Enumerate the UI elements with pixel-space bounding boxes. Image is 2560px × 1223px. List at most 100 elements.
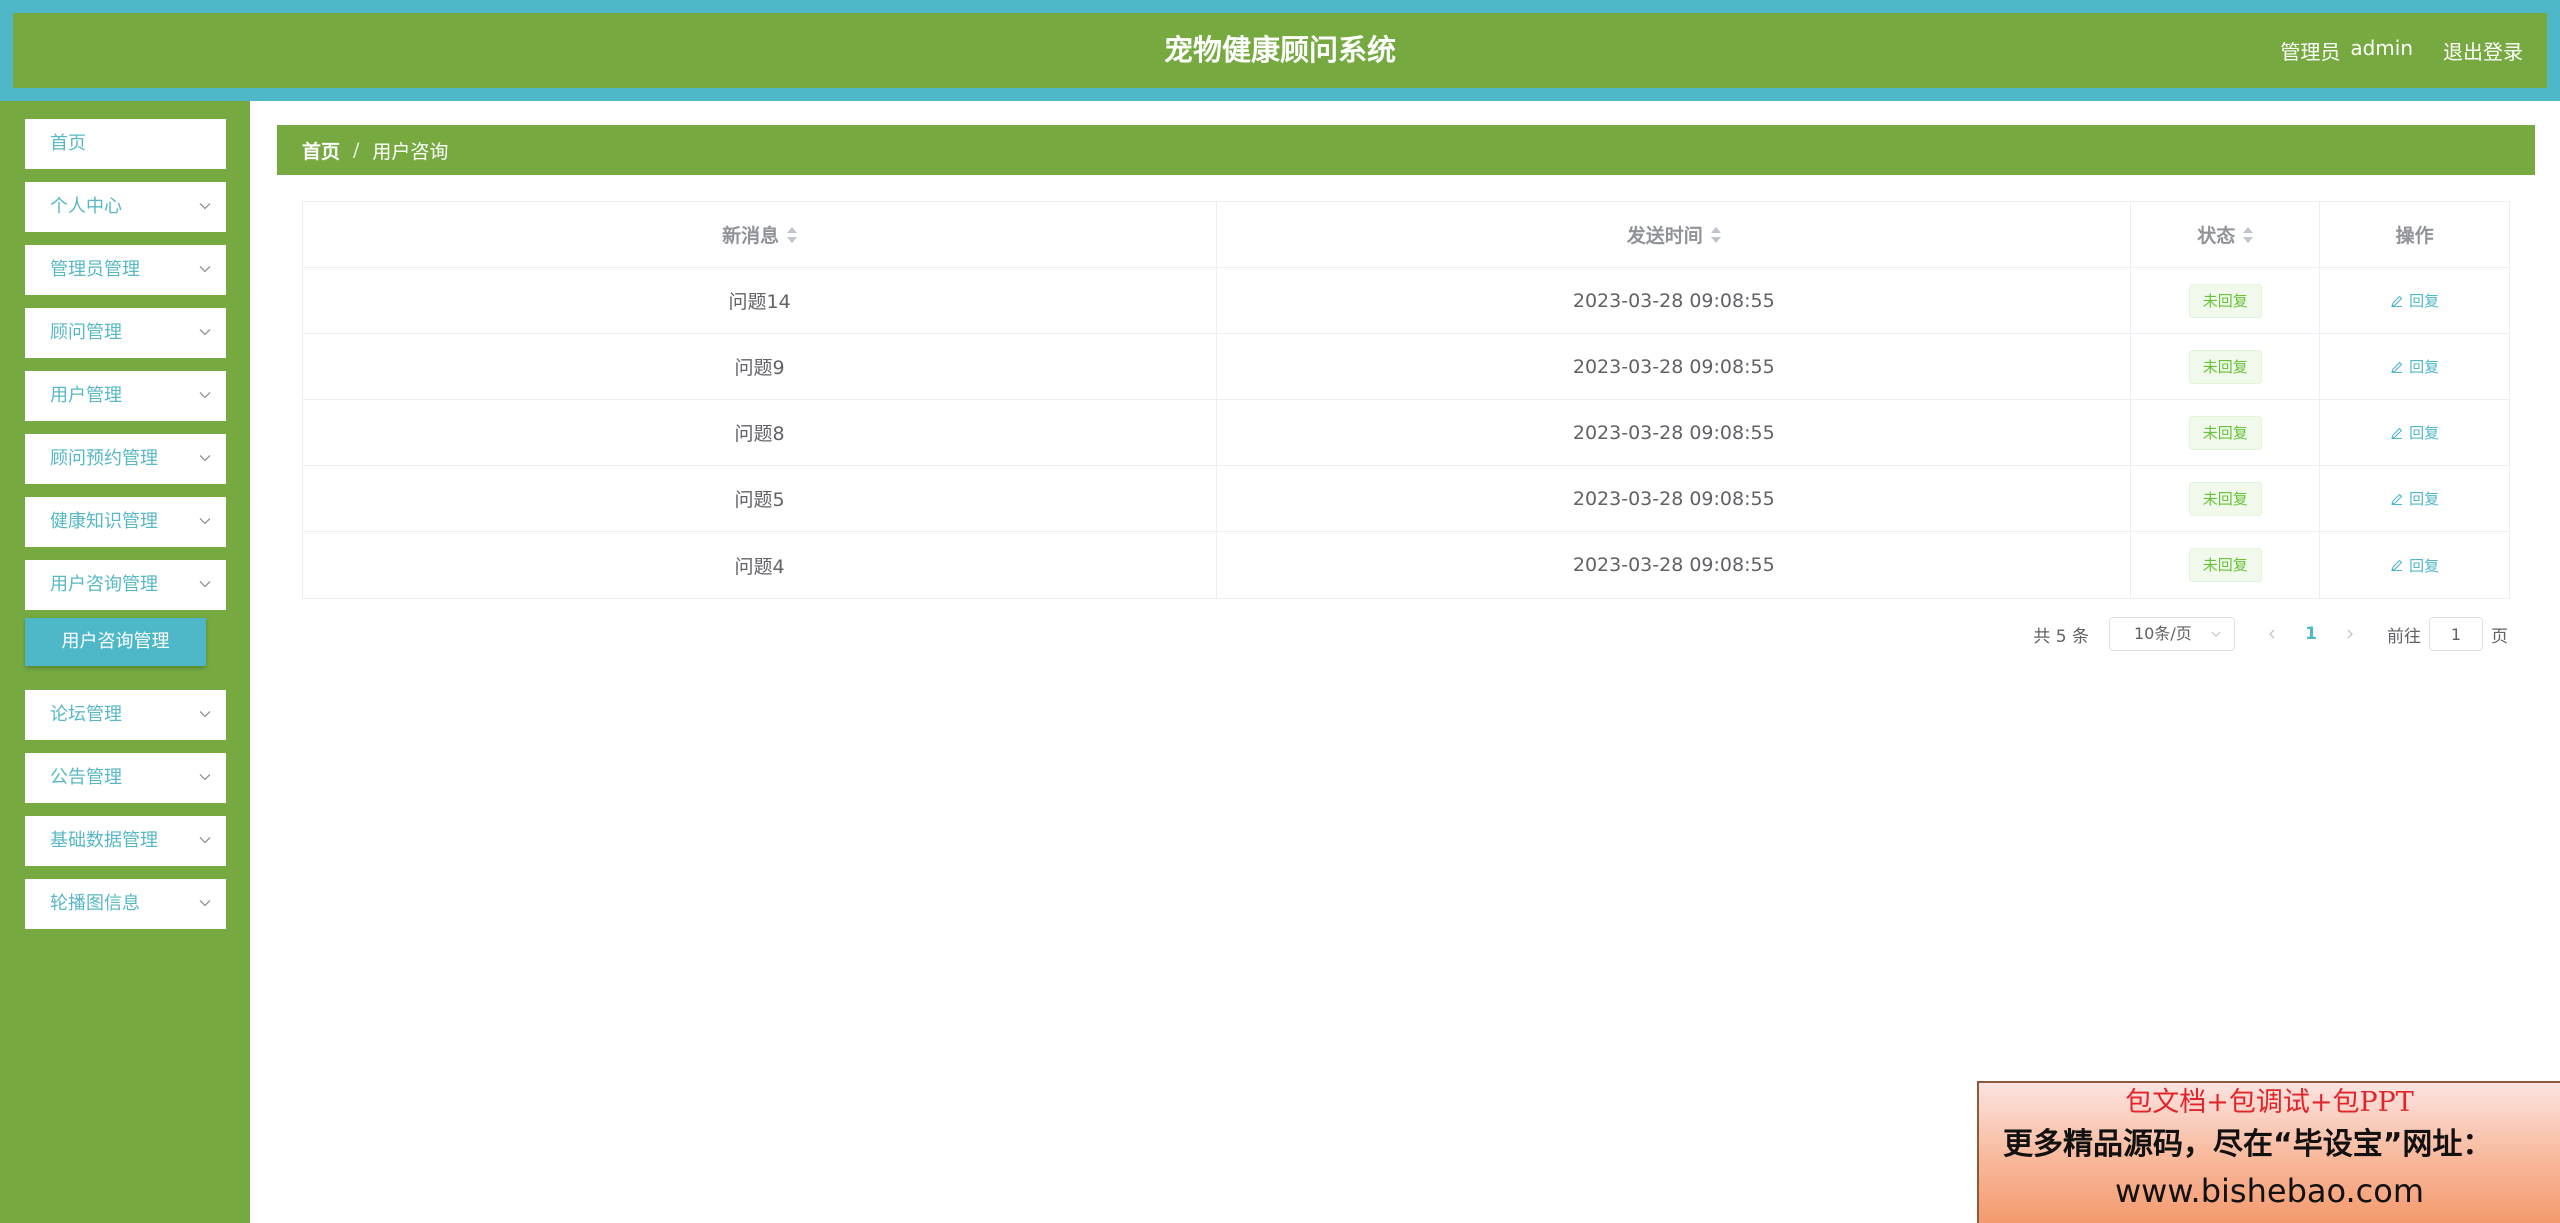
chevron-down-icon [199,266,211,273]
column-header-status[interactable]: 状态 [2131,202,2321,267]
header-inner: 宠物健康顾问系统 管理员 admin 退出登录 [13,13,2547,88]
reply-label: 回复 [2409,358,2440,376]
chevron-down-icon [199,837,211,844]
reply-button[interactable]: 回复 [2390,555,2439,576]
logout-button[interactable]: 退出登录 [2443,36,2523,65]
sidebar-menu: 首页 个人中心 管理员管理 顾问管理 用户管理 顾问预约管理 健康知识管理 用户… [25,119,226,942]
user-name: admin [2350,36,2413,60]
cell-message: 问题5 [303,466,1218,531]
sidebar-item-label: 用户管理 [50,385,122,406]
reply-button[interactable]: 回复 [2390,488,2439,509]
sidebar-item-notice-management[interactable]: 公告管理 [25,753,226,803]
promo-url: www.bishebao.com [2114,1172,2425,1210]
chevron-down-icon [199,581,211,588]
goto-input[interactable] [2429,617,2483,651]
cell-status: 未回复 [2131,400,2321,465]
cell-time: 2023-03-28 09:08:55 [1217,400,2132,465]
cell-actions: 回复 [2320,400,2509,465]
sidebar-item-label: 个人中心 [50,196,122,217]
cell-status: 未回复 [2131,334,2321,399]
pagination: 共 5 条 10条/页 1 前往 页 [2033,617,2508,651]
column-header-actions: 操作 [2320,202,2509,267]
chevron-right-icon [2347,629,2353,639]
breadcrumb-separator: / [353,139,360,161]
sidebar-item-carousel[interactable]: 轮播图信息 [25,879,226,929]
sidebar-item-label: 顾问预约管理 [50,448,158,469]
status-badge: 未回复 [2188,415,2262,450]
cell-message: 问题4 [303,532,1218,598]
edit-icon [2391,559,2403,572]
table-header-row: 新消息 发送时间 状态 操作 [303,202,2509,268]
sidebar-item-label: 基础数据管理 [50,830,158,851]
sort-icon[interactable] [787,226,798,243]
promo-banner[interactable]: 包文档+包调试+包PPT 更多精品源码，尽在“毕设宝”网址： www.bishe… [1977,1081,2560,1223]
status-badge: 未回复 [2188,481,2262,516]
next-page-button[interactable] [2335,617,2365,651]
pagination-total: 共 5 条 [2033,626,2089,647]
sort-icon[interactable] [2243,226,2254,243]
status-badge: 未回复 [2188,548,2262,582]
cell-message: 问题9 [303,334,1218,399]
sidebar-item-health-knowledge[interactable]: 健康知识管理 [25,497,226,547]
sidebar-item-home[interactable]: 首页 [25,119,226,169]
submenu-item-label: 用户咨询管理 [61,631,170,652]
breadcrumb-home[interactable]: 首页 [302,137,340,164]
sidebar: 首页 个人中心 管理员管理 顾问管理 用户管理 顾问预约管理 健康知识管理 用户… [0,101,250,1223]
sort-icon[interactable] [1710,226,1721,243]
column-header-label: 发送时间 [1626,225,1703,247]
page-number[interactable]: 1 [2291,624,2331,644]
sidebar-item-label: 用户咨询管理 [50,574,158,595]
app-title: 宠物健康顾问系统 [1163,33,1396,67]
submenu-item-user-consultation[interactable]: 用户咨询管理 [25,618,206,666]
edit-icon [2391,493,2403,505]
sidebar-item-label: 健康知识管理 [50,511,158,532]
sidebar-item-forum-management[interactable]: 论坛管理 [25,690,226,740]
reply-button[interactable]: 回复 [2390,290,2439,311]
cell-time: 2023-03-28 09:08:55 [1217,334,2132,399]
cell-actions: 回复 [2320,268,2509,333]
cell-message: 问题14 [303,268,1218,333]
sidebar-item-personal-center[interactable]: 个人中心 [25,182,226,232]
chevron-down-icon [2211,631,2221,637]
sidebar-item-appointment-management[interactable]: 顾问预约管理 [25,434,226,484]
table-row: 问题9 2023-03-28 09:08:55 未回复 回复 [303,334,2509,400]
chevron-down-icon [199,329,211,336]
chevron-down-icon [199,900,211,907]
reply-button[interactable]: 回复 [2390,356,2439,377]
goto-label: 前往 [2387,626,2421,647]
sidebar-item-consultant-management[interactable]: 顾问管理 [25,308,226,358]
reply-label: 回复 [2409,490,2440,508]
column-header-label: 新消息 [722,225,780,247]
sidebar-item-label: 论坛管理 [50,704,122,725]
prev-page-button[interactable] [2257,617,2287,651]
promo-line-2: 更多精品源码，尽在“毕设宝”网址： [2003,1127,2493,1162]
sidebar-item-label: 首页 [50,133,86,154]
table-row: 问题14 2023-03-28 09:08:55 未回复 回复 [303,268,2509,334]
page-size-select[interactable]: 10条/页 [2109,617,2235,651]
cell-actions: 回复 [2320,532,2509,598]
reply-button[interactable]: 回复 [2390,422,2439,443]
chevron-down-icon [199,392,211,399]
sidebar-item-admin-management[interactable]: 管理员管理 [25,245,226,295]
column-header-time[interactable]: 发送时间 [1217,202,2132,267]
sidebar-item-user-management[interactable]: 用户管理 [25,371,226,421]
goto-suffix: 页 [2491,626,2508,647]
cell-status: 未回复 [2131,466,2321,531]
cell-message: 问题8 [303,400,1218,465]
cell-time: 2023-03-28 09:08:55 [1217,268,2132,333]
breadcrumb: 首页 / 用户咨询 [277,125,2535,175]
page-size-value: 10条/页 [2134,624,2192,643]
user-role: 管理员 [2280,40,2341,64]
table-row: 问题8 2023-03-28 09:08:55 未回复 回复 [303,400,2509,466]
column-header-message[interactable]: 新消息 [303,202,1218,267]
header-user-area: 管理员 admin 退出登录 [2280,13,2523,88]
sidebar-item-label: 顾问管理 [50,322,122,343]
sidebar-item-label: 轮播图信息 [50,893,140,914]
sidebar-item-label: 公告管理 [50,767,122,788]
edit-icon [2391,361,2403,373]
chevron-left-icon [2269,629,2275,639]
header-bar: 宠物健康顾问系统 管理员 admin 退出登录 [0,0,2560,101]
table-row: 问题5 2023-03-28 09:08:55 未回复 回复 [303,466,2509,532]
sidebar-item-base-data[interactable]: 基础数据管理 [25,816,226,866]
sidebar-item-user-consultation[interactable]: 用户咨询管理 [25,560,226,610]
